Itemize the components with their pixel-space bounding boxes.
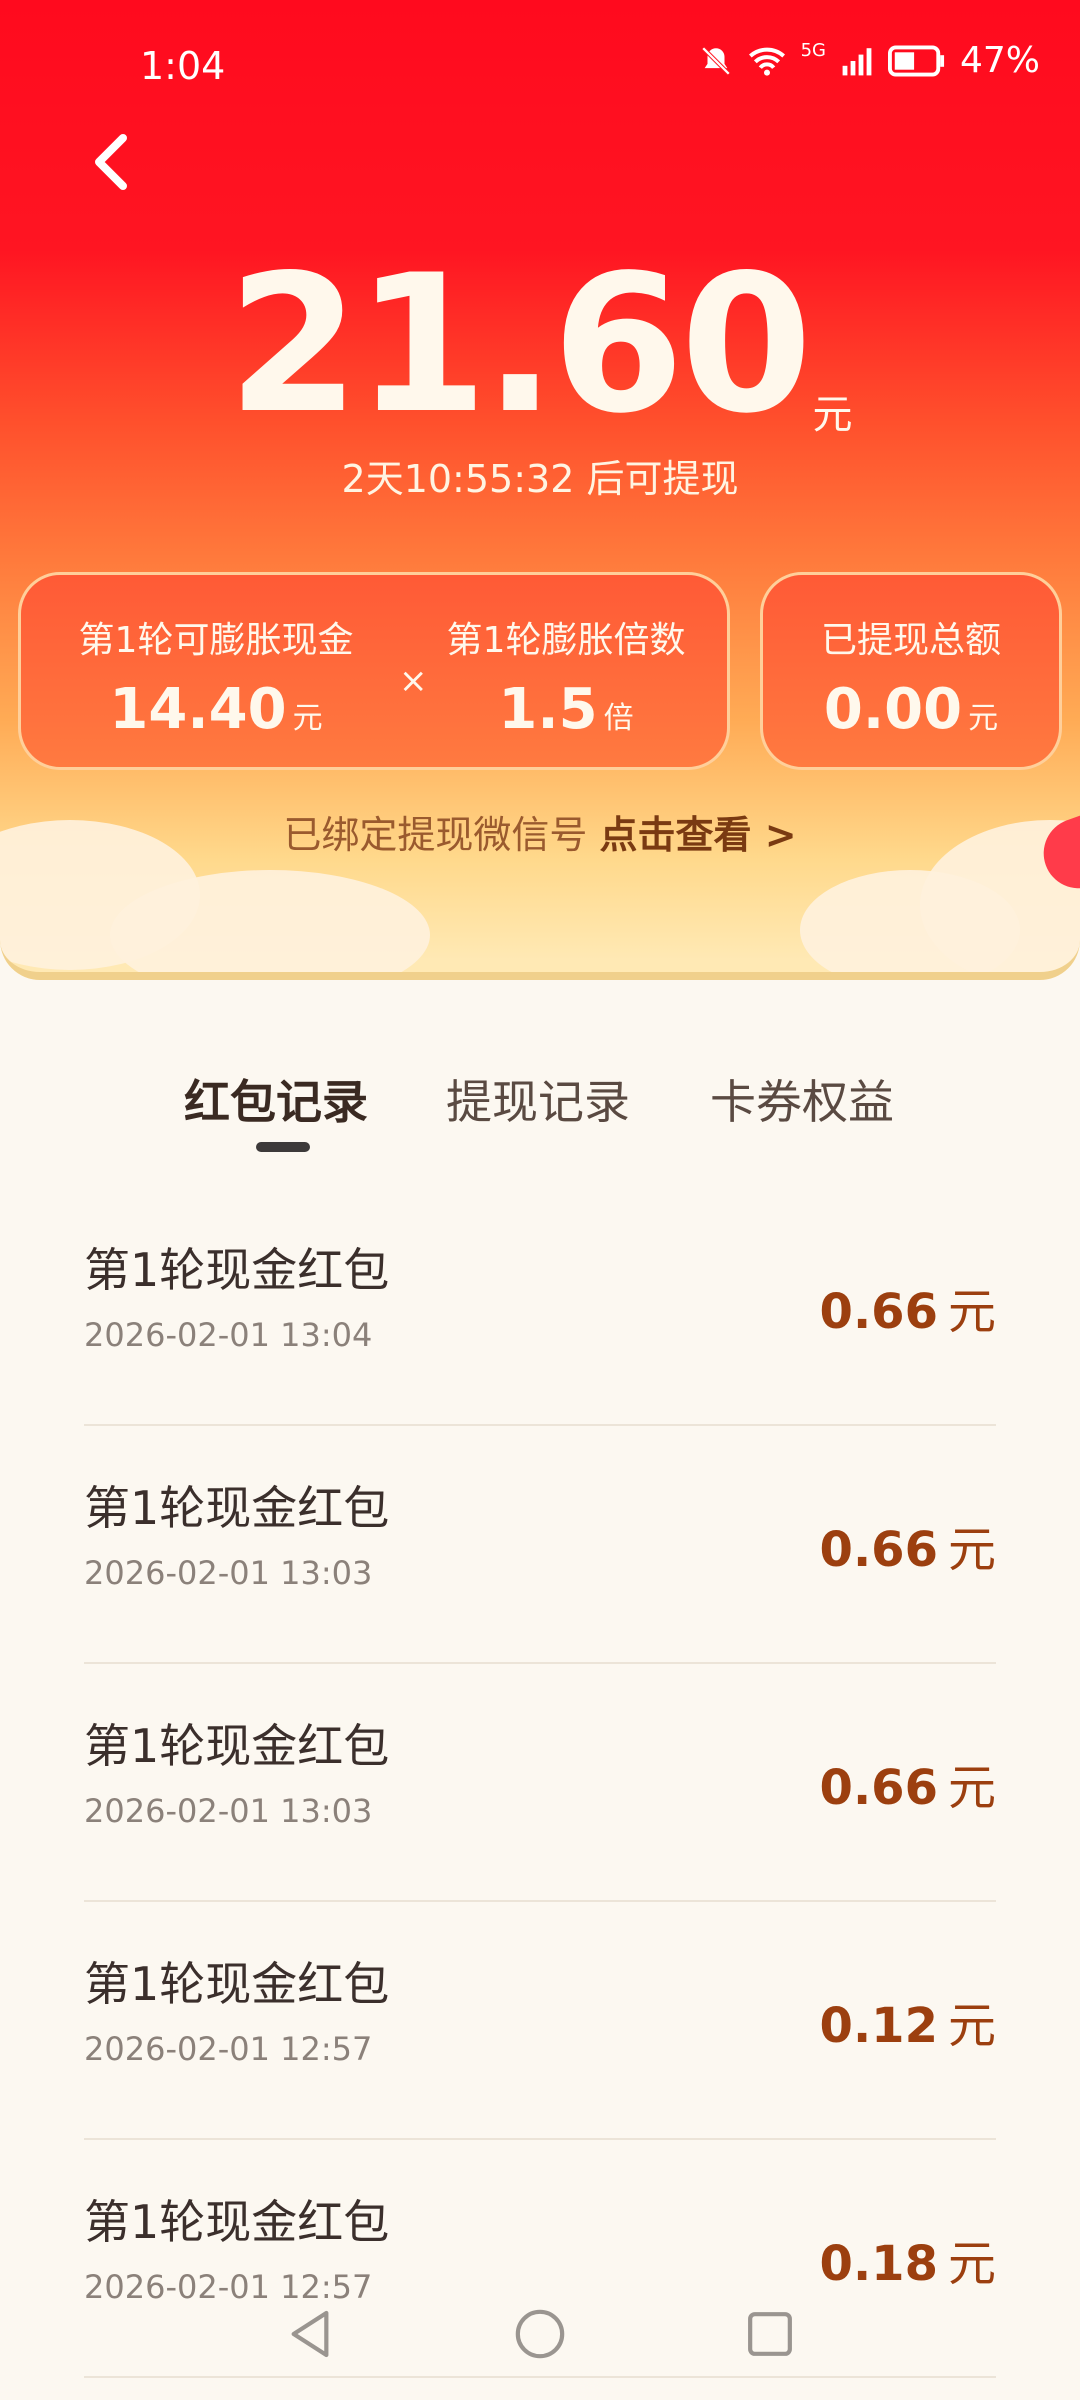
signal-icon (842, 47, 872, 75)
header-rim (0, 930, 1080, 980)
record-amount-unit: 元 (947, 2236, 996, 2292)
withdrawn-total-cell: 已提现总额 0.00 元 (763, 611, 1059, 742)
withdraw-countdown: 2天10:55:32 后可提现 (341, 457, 739, 501)
list-item[interactable]: 第1轮现金红包 2026-02-01 13:03 0.66 元 (84, 1662, 996, 1902)
mute-bell-icon (701, 46, 730, 75)
record-amount: 0.66 元 (820, 1272, 996, 1342)
record-amount-unit: 元 (947, 1284, 996, 1340)
record-title: 第1轮现金红包 (84, 1481, 390, 1535)
record-amount-unit: 元 (947, 1522, 996, 1578)
withdrawn-total-label: 已提现总额 (820, 620, 1001, 661)
record-time: 2026-02-01 13:03 (84, 1792, 373, 1830)
network-type: 5G (800, 40, 826, 61)
record-time: 2026-02-01 13:03 (84, 1554, 373, 1592)
withdrawn-total-card: 已提现总额 0.00 元 (760, 572, 1062, 770)
wifi-icon (748, 47, 785, 76)
balance-amount: 21.60 (227, 234, 813, 455)
record-amount-value: 0.66 (819, 1284, 938, 1340)
record-time: 2026-02-01 13:04 (84, 1316, 373, 1354)
record-amount-unit: 元 (947, 1760, 996, 1816)
balance-unit: 元 (812, 392, 853, 438)
multiplier-label: 第1轮膨胀倍数 (446, 620, 686, 661)
status-time: 1:04 (140, 44, 226, 88)
back-arrow-icon[interactable] (88, 132, 134, 192)
balance-amount-block: 21.60 元 (0, 250, 1080, 440)
record-amount-value: 0.18 (819, 2236, 938, 2292)
battery-percent: 47% (959, 40, 1040, 81)
tab-red-packet-records[interactable]: 红包记录 (184, 1066, 368, 1132)
system-nav-bar (0, 2290, 1080, 2390)
record-title: 第1轮现金红包 (84, 1957, 390, 2011)
nav-recents-icon[interactable] (742, 2306, 798, 2362)
inflation-card: 第1轮可膨胀现金 14.40 元 × 第1轮膨胀倍数 1.5 倍 (18, 572, 730, 770)
multiplier-value: 1.5 (498, 677, 598, 742)
record-amount-value: 0.12 (819, 1998, 938, 2054)
record-amount: 0.66 元 (820, 1510, 996, 1580)
inflatable-cash-value: 14.40 (109, 677, 287, 742)
inflatable-cash-cell: 第1轮可膨胀现金 14.40 元 (51, 611, 381, 742)
battery-icon (887, 45, 945, 76)
record-amount: 0.18 元 (820, 2224, 996, 2294)
multiplier-unit: 倍 (603, 701, 634, 736)
wechat-bind-row[interactable]: 已绑定提现微信号 点击查看 > (0, 804, 1080, 859)
record-amount: 0.12 元 (820, 1986, 996, 2056)
record-amount-value: 0.66 (819, 1760, 938, 1816)
inflatable-cash-label: 第1轮可膨胀现金 (78, 620, 354, 661)
record-amount: 0.66 元 (820, 1748, 996, 1818)
multiplier-cell: 第1轮膨胀倍数 1.5 倍 (411, 611, 721, 742)
inflatable-cash-unit: 元 (292, 701, 323, 736)
active-tab-indicator (256, 1142, 310, 1152)
tab-withdraw-records[interactable]: 提现记录 (446, 1066, 630, 1132)
list-item[interactable]: 第1轮现金红包 2026-02-01 12:57 0.12 元 (84, 1900, 996, 2140)
record-title: 第1轮现金红包 (84, 1243, 390, 1297)
list-item[interactable]: 第1轮现金红包 2026-02-01 13:04 0.66 元 (84, 1186, 996, 1426)
tab-coupons[interactable]: 卡券权益 (710, 1066, 894, 1132)
record-time: 2026-02-01 12:57 (84, 2030, 373, 2068)
nav-back-icon[interactable] (282, 2306, 338, 2362)
record-title: 第1轮现金红包 (84, 1719, 390, 1773)
view-wechat-link[interactable]: 点击查看 > (600, 813, 797, 857)
status-icons: 5G 47% (699, 40, 1040, 81)
withdrawn-total-unit: 元 (968, 701, 999, 736)
list-item[interactable]: 第1轮现金红包 2026-02-01 13:03 0.66 元 (84, 1424, 996, 1664)
nav-home-icon[interactable] (512, 2306, 568, 2362)
record-tabs: 红包记录 提现记录 卡券权益 (0, 1066, 1080, 1156)
withdrawn-total-value: 0.00 (823, 677, 963, 742)
record-title: 第1轮现金红包 (84, 2195, 390, 2249)
wechat-bind-text: 已绑定提现微信号 (283, 813, 588, 857)
record-amount-unit: 元 (947, 1998, 996, 2054)
record-amount-value: 0.66 (819, 1522, 938, 1578)
